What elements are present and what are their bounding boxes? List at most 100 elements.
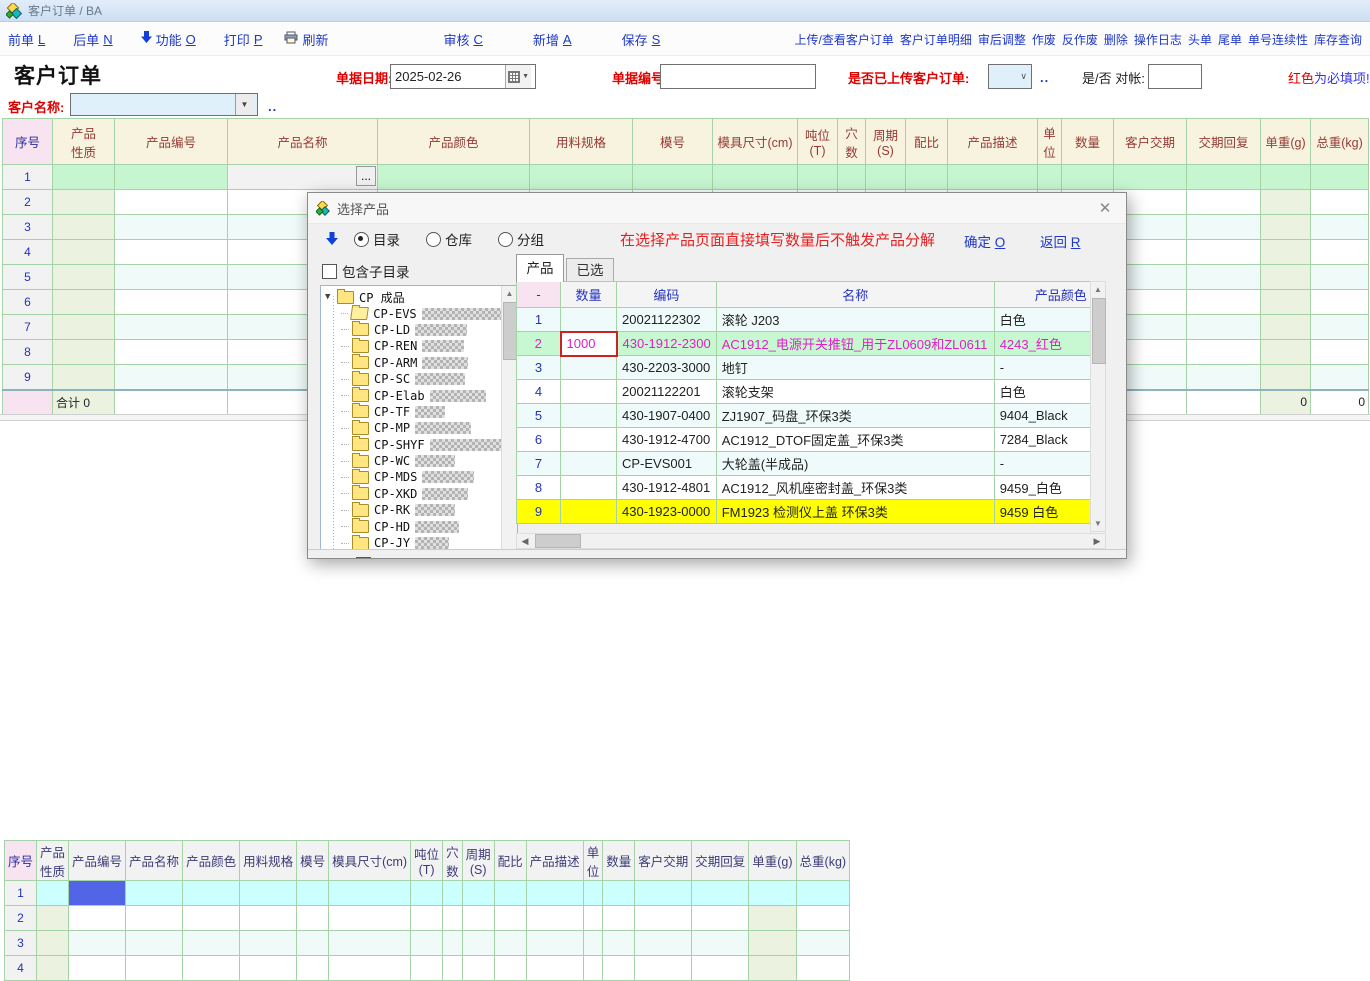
toolbar-button-库存查询[interactable]: 库存查询 [1314,31,1362,48]
grid-cell[interactable] [378,165,530,190]
product-row[interactable]: 6430-1912-4700AC1912_DTOF固定盖_环保3类7284_Bl… [517,428,1093,452]
product-color[interactable]: 白色 [994,380,1092,404]
lookup-button[interactable]: ... [356,166,376,186]
grid-cell[interactable] [1187,190,1261,215]
grid-cell[interactable] [115,240,228,265]
quantity-cell[interactable] [561,356,617,380]
grid-cell[interactable] [583,931,603,956]
tree-node-CP-Elab[interactable]: CP-Elab [325,387,502,403]
product-code[interactable]: 430-2203-3000 [617,356,717,380]
grid-cell[interactable] [1114,165,1187,190]
radio-分组[interactable]: 分组 [498,229,544,249]
tree-node-CP-TF[interactable]: CP-TF [325,404,502,420]
grid-cell[interactable] [798,165,838,190]
product-code[interactable]: 430-1912-4801 [617,476,717,500]
customer-more-link[interactable]: .. [268,99,277,114]
grid-cell[interactable] [443,956,463,981]
grid-cell[interactable] [183,906,240,931]
product-name[interactable]: AC1912_DTOF固定盖_环保3类 [716,428,994,452]
grid-cell[interactable] [692,881,749,906]
toolbar-button-后单N[interactable]: 后单N [73,30,112,49]
toolbar-button-反作废[interactable]: 反作废 [1062,31,1098,48]
product-code[interactable]: 430-1912-2300 [617,332,717,356]
scroll-up-icon[interactable]: ▲ [502,286,517,301]
grid-cell[interactable] [838,165,866,190]
grid-cell[interactable] [126,956,183,981]
product-code[interactable]: 20021122201 [617,380,717,404]
grid-cell[interactable] [526,906,583,931]
product-color[interactable]: 9404_Black [994,404,1092,428]
grid-cell[interactable] [297,906,329,931]
grid-cell[interactable] [329,956,411,981]
grid-cell[interactable] [866,165,906,190]
grid-cell[interactable] [1187,340,1261,365]
grid-cell[interactable] [240,881,297,906]
grid-cell[interactable] [53,265,115,290]
hscroll-thumb[interactable] [535,534,581,548]
quantity-cell[interactable] [561,428,617,452]
grid-cell[interactable] [1311,315,1369,340]
grid-cell[interactable] [948,165,1038,190]
grid-cell[interactable] [603,881,635,906]
scroll-up-icon[interactable]: ▲ [1091,282,1105,297]
product-name[interactable]: 大轮盖(半成品) [716,452,994,476]
product-name[interactable]: 滚轮支架 [716,380,994,404]
grid-cell[interactable] [530,165,633,190]
grid-cell[interactable] [1187,240,1261,265]
grid-cell[interactable] [443,906,463,931]
tree-node-CP-REN[interactable]: CP-REN [325,338,502,354]
grid-cell[interactable] [329,931,411,956]
grid-cell[interactable] [411,931,443,956]
product-name[interactable]: AC1912_电源开关推钮_用于ZL0609和ZL0611 [716,332,994,356]
grid-cell[interactable] [411,881,443,906]
toolbar-button-操作日志[interactable]: 操作日志 [1134,31,1182,48]
toolbar-button-尾单[interactable]: 尾单 [1218,31,1242,48]
orderno-input[interactable] [660,64,816,89]
date-input[interactable]: 2025-02-26 ▼ [390,64,536,89]
grid-cell[interactable] [443,881,463,906]
product-code[interactable]: 20021122302 [617,308,717,332]
grid-cell[interactable] [494,906,526,931]
tree-node-CP-ARM[interactable]: CP-ARM [325,355,502,371]
tab-products[interactable]: 产品 [516,254,564,282]
grid-cell[interactable] [1261,265,1311,290]
grid-cell[interactable] [1311,165,1369,190]
grid-cell[interactable] [329,906,411,931]
product-row[interactable]: 120021122302滚轮 J203白色 [517,308,1093,332]
tree-scroll-thumb[interactable] [503,302,517,360]
toolbar-button-头单[interactable]: 头单 [1188,31,1212,48]
grid-cell[interactable] [583,956,603,981]
grid-cell[interactable] [53,290,115,315]
grid-cell[interactable] [53,190,115,215]
product-name[interactable]: 滚轮 J203 [716,308,994,332]
grid-cell[interactable] [692,931,749,956]
scroll-right-icon[interactable]: ▶ [1089,536,1105,547]
grid-cell[interactable] [635,881,692,906]
grid-cell[interactable] [1311,365,1369,390]
grid-cell[interactable] [37,881,69,906]
grid-cell[interactable] [635,906,692,931]
grid-cell[interactable] [462,931,494,956]
grid-cell[interactable] [69,931,126,956]
quantity-cell[interactable]: 1000 [561,332,617,356]
grid-cell[interactable] [1261,215,1311,240]
toolbar-button-客户订单明细[interactable]: 客户订单明细 [900,31,972,48]
grid-cell[interactable] [115,290,228,315]
grid-cell[interactable] [1311,240,1369,265]
grid-cell[interactable] [749,881,796,906]
toolbar-button-保存S[interactable]: 保存S [622,30,661,49]
grid-cell[interactable] [494,931,526,956]
grid-cell[interactable] [1261,365,1311,390]
quantity-cell[interactable] [561,308,617,332]
grid-cell[interactable] [1311,215,1369,240]
grid-cell[interactable] [297,956,329,981]
grid-cell[interactable] [53,340,115,365]
product-color[interactable]: - [994,356,1092,380]
product-name[interactable]: ZJ1907_码盘_环保3类 [716,404,994,428]
grid-cell[interactable] [115,190,228,215]
grid-cell[interactable] [1187,315,1261,340]
grid-cell[interactable] [1187,165,1261,190]
grid-cell[interactable] [115,315,228,340]
grid-cell[interactable] [603,906,635,931]
toolbar-button-作废[interactable]: 作废 [1032,31,1056,48]
